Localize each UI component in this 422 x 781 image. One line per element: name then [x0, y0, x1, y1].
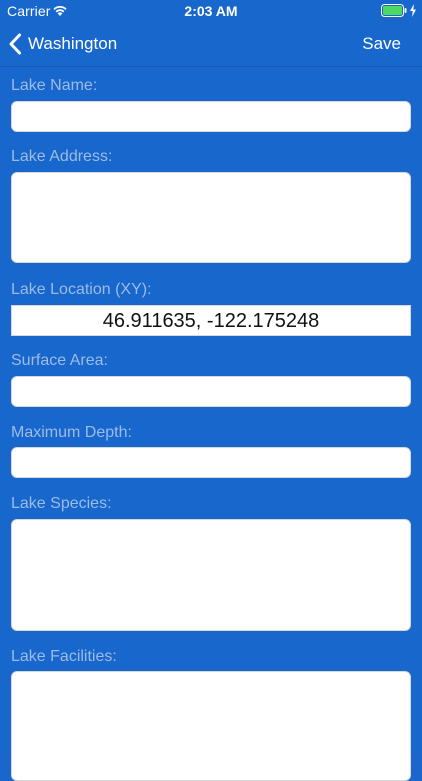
- charging-bolt-icon: [410, 4, 416, 17]
- back-button-label: Washington: [28, 34, 118, 53]
- lake-species-label: Lake Species:: [11, 495, 112, 512]
- maximum-depth-field[interactable]: [11, 447, 411, 478]
- lake-species-field[interactable]: [11, 519, 411, 631]
- lake-address-field[interactable]: [11, 172, 411, 263]
- lake-name-field[interactable]: [11, 101, 411, 132]
- save-button[interactable]: Save: [362, 22, 401, 66]
- lake-name-label: Lake Name:: [11, 77, 98, 94]
- back-button[interactable]: Washington: [8, 22, 117, 66]
- maximum-depth-label: Maximum Depth:: [11, 424, 132, 441]
- lake-location-field[interactable]: 46.911635, -122.175248: [11, 305, 411, 336]
- lake-facilities-field[interactable]: [11, 671, 411, 781]
- status-time: 2:03 AM: [184, 3, 238, 19]
- lake-location-label: Lake Location (XY):: [11, 281, 152, 298]
- battery-icon: [381, 4, 407, 17]
- chevron-left-icon: [9, 33, 21, 55]
- surface-area-field[interactable]: [11, 376, 411, 407]
- lake-address-label: Lake Address:: [11, 148, 113, 165]
- surface-area-label: Surface Area:: [11, 352, 108, 369]
- status-bar: Carrier 2:03 AM: [0, 0, 422, 22]
- lake-facilities-label: Lake Facilities:: [11, 648, 117, 665]
- app-screen: Carrier 2:03 AM Washington Save Lake Nam…: [0, 0, 422, 781]
- navigation-bar: Washington Save: [0, 22, 422, 67]
- lake-location-value: 46.911635, -122.175248: [102, 310, 320, 332]
